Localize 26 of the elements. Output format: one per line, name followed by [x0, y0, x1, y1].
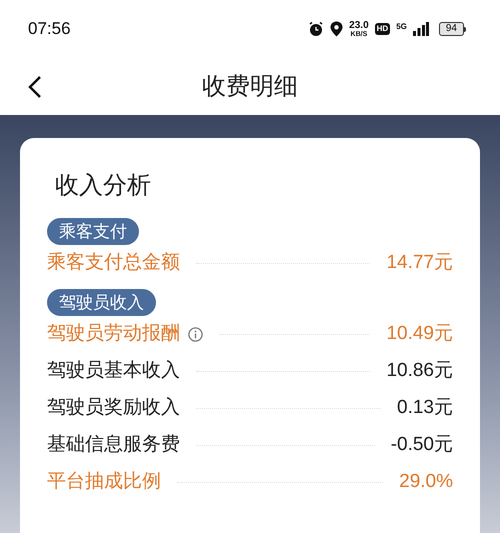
- row-value: 14.77元: [386, 251, 453, 276]
- location-pin-icon: [330, 21, 344, 37]
- row-value: 10.86元: [386, 359, 453, 384]
- network-type: 5G: [396, 22, 407, 30]
- row-label: 乘客支付总金额: [47, 251, 180, 276]
- alarm-clock-icon: [308, 21, 324, 37]
- row-value: 0.13元: [397, 396, 453, 420]
- back-icon[interactable]: [28, 74, 42, 98]
- row-label: 基础信息服务费: [47, 433, 180, 458]
- row-label: 驾驶员基本收入: [47, 359, 180, 384]
- hd-badge: HD: [374, 23, 390, 35]
- row-label: 驾驶员奖励收入: [47, 396, 180, 420]
- card-title: 收入分析: [55, 171, 152, 201]
- row-value: -0.50元: [390, 433, 453, 458]
- row-label: 驾驶员劳动报酬: [47, 322, 180, 346]
- row-value: 10.49元: [386, 322, 453, 346]
- section-tag: 乘客支付: [47, 218, 139, 245]
- page-title: 收费明细: [202, 72, 298, 102]
- row-label: 平台抽成比例: [47, 470, 161, 494]
- section-tag: 驾驶员收入: [47, 289, 156, 316]
- battery-icon: 94: [438, 22, 466, 36]
- status-time: 07:56: [28, 18, 71, 40]
- net-speed: 23.0: [349, 20, 369, 30]
- row-value: 29.0%: [399, 470, 453, 494]
- signal-icon: [412, 22, 429, 36]
- info-icon[interactable]: [188, 327, 203, 342]
